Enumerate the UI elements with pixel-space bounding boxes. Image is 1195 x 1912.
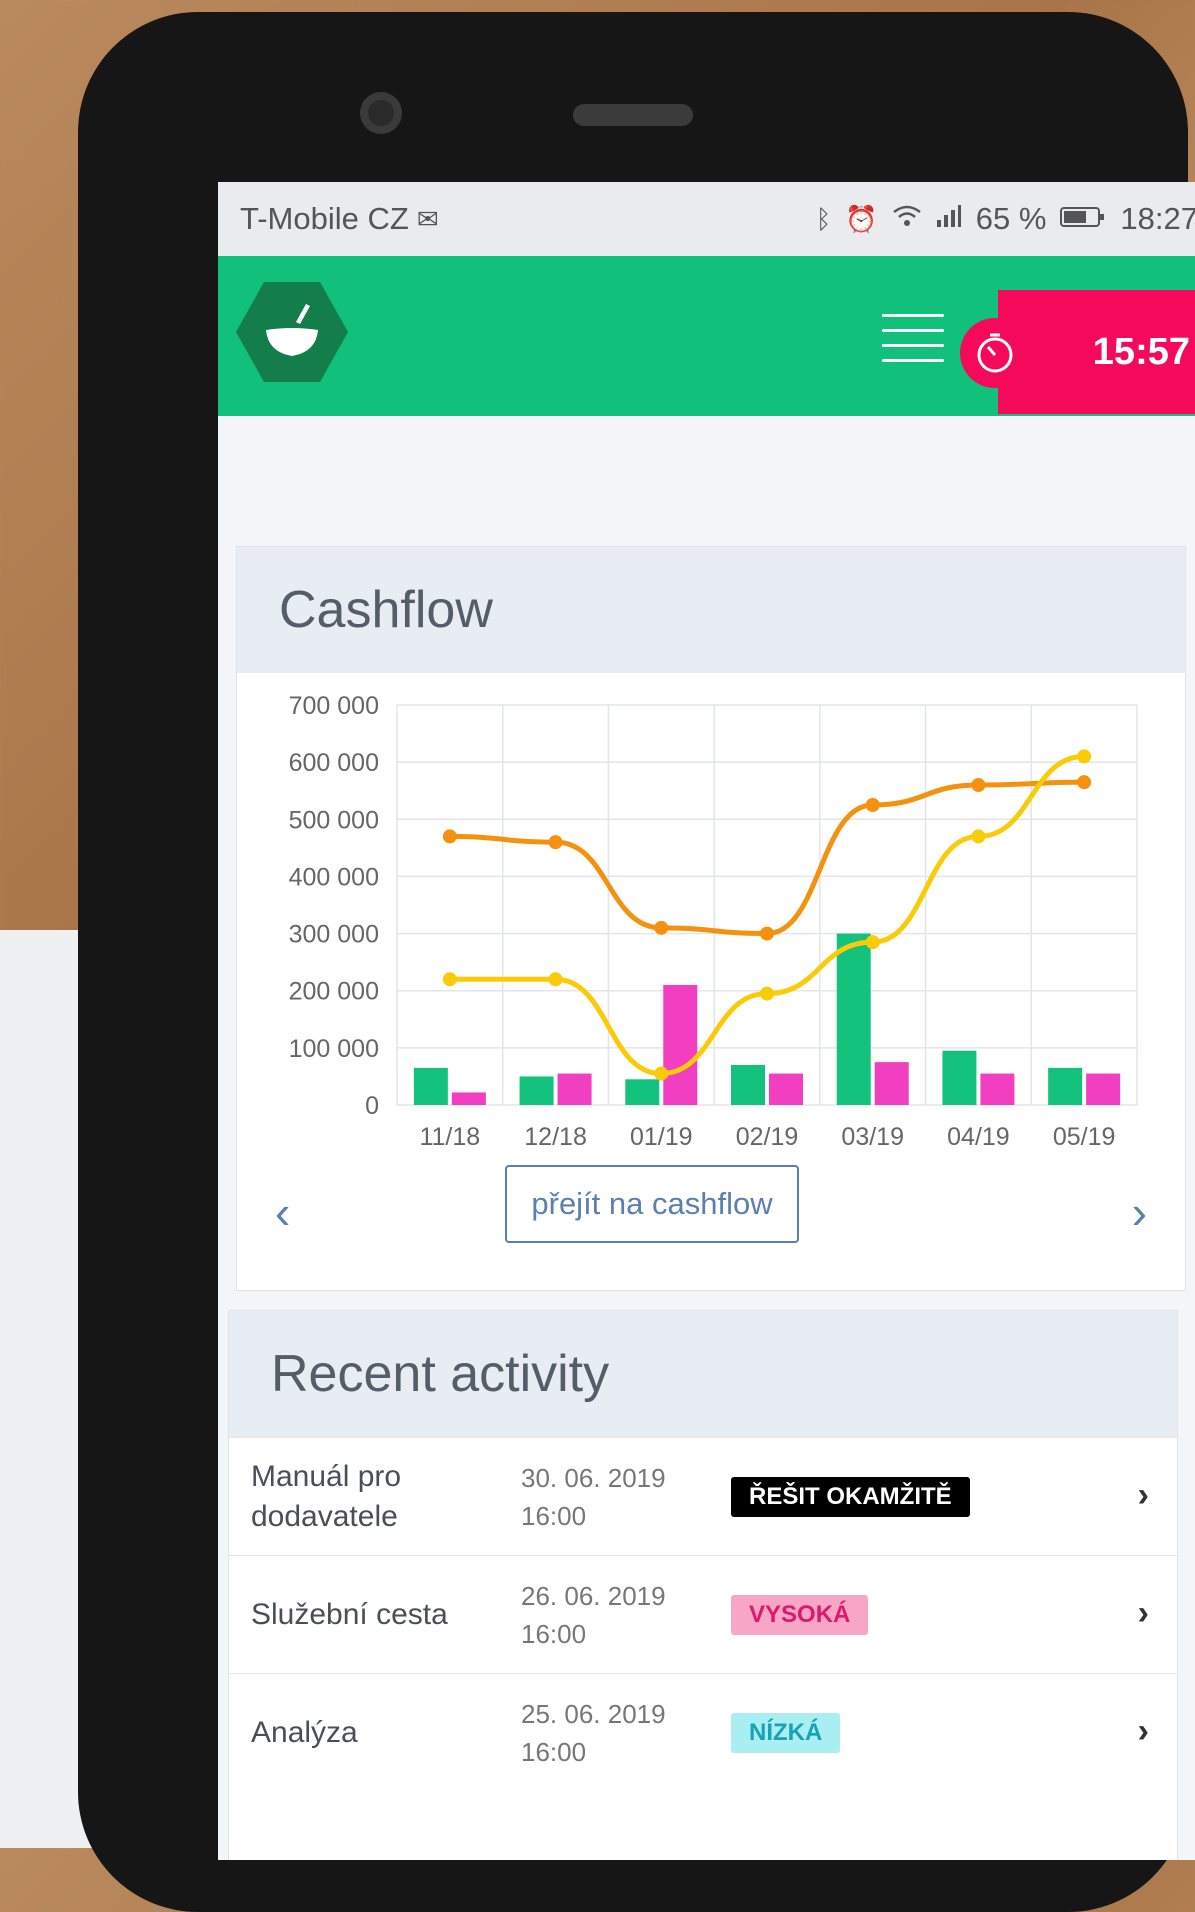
timer-panel[interactable]: 15:57 (960, 290, 1195, 414)
hamburger-menu-button[interactable] (882, 314, 944, 362)
chart-point (654, 1066, 669, 1081)
carrier-label: T-Mobile CZ (240, 201, 409, 236)
activity-datetime: 30. 06. 2019 16:00 (521, 1459, 731, 1535)
stopwatch-icon (960, 318, 1030, 388)
alarm-icon: ⏰ (845, 203, 878, 234)
chart-bar (451, 1092, 486, 1105)
cashflow-chart-svg: 700 000 600 000 500 000 400 000 300 000 200 0… (289, 692, 1138, 1151)
chart-bar (557, 1073, 592, 1105)
chart-point (760, 926, 774, 941)
chart-point (865, 935, 880, 950)
battery-icon (1060, 201, 1106, 237)
chart-point (760, 986, 774, 1001)
chart-bar (519, 1076, 554, 1105)
y-tick-label: 300 000 (289, 921, 379, 949)
chevron-right-icon[interactable]: › (1132, 1185, 1147, 1239)
activity-datetime: 26. 06. 2019 16:00 (521, 1577, 731, 1653)
chart-point (1077, 775, 1092, 790)
activity-date: 30. 06. 2019 (521, 1462, 666, 1493)
activity-datetime: 25. 06. 2019 16:00 (521, 1695, 731, 1771)
chart-bar (1048, 1067, 1083, 1105)
chart-bar (731, 1065, 765, 1105)
signal-icon (936, 204, 962, 235)
status-left: T-Mobile CZ ✉ (240, 201, 439, 237)
cashflow-card: Cashflow 700 000 600 000 500 000 400 000 300… (236, 546, 1186, 1291)
chart-point (442, 972, 457, 987)
y-tick-label: 100 000 (289, 1035, 379, 1063)
earpiece-speaker (573, 104, 693, 126)
chevron-left-icon[interactable]: ‹ (275, 1185, 290, 1239)
chart-bar (625, 1079, 660, 1105)
y-tick-label: 200 000 (289, 978, 379, 1006)
y-tick-label: 0 (365, 1092, 379, 1120)
chart-point (442, 829, 457, 844)
recent-activity-card: Recent activity Manuál pro dodavatele 30… (228, 1310, 1178, 1860)
chart-bar (413, 1067, 448, 1105)
chevron-right-icon[interactable]: › (1138, 1476, 1149, 1515)
front-camera (360, 92, 402, 134)
x-tick-label: 04/19 (947, 1123, 1010, 1151)
x-tick-label: 01/19 (630, 1123, 693, 1151)
bluetooth-icon: ᛒ (815, 203, 832, 234)
chart-series-line (449, 753, 1085, 1077)
chevron-right-icon[interactable]: › (1138, 1712, 1149, 1751)
wifi-icon (892, 204, 922, 235)
chart-bar (663, 985, 698, 1105)
status-bar: T-Mobile CZ ✉ ᛒ ⏰ 65 % 18:27 (218, 182, 1195, 256)
activity-row[interactable]: Analýza 25. 06. 2019 16:00 NÍZKÁ › (229, 1673, 1177, 1791)
clock-time: 18:27 (1120, 201, 1195, 236)
y-tick-label: 400 000 (289, 863, 379, 891)
chart-bar (1086, 1073, 1121, 1105)
priority-badge: NÍZKÁ (731, 1712, 841, 1753)
phone-screen: T-Mobile CZ ✉ ᛒ ⏰ 65 % 18:27 15:57 Cashf… (218, 182, 1195, 1860)
chart-point (971, 778, 986, 792)
go-to-cashflow-button[interactable]: přejít na cashflow (505, 1165, 799, 1243)
chart-point (971, 829, 986, 844)
chart-bar (836, 933, 871, 1105)
activity-time: 16:00 (521, 1736, 587, 1767)
activity-time: 16:00 (521, 1500, 587, 1531)
chart-bar (942, 1050, 977, 1105)
chart-point (654, 920, 669, 935)
activity-time: 16:00 (521, 1618, 587, 1649)
chart-point (1077, 749, 1092, 764)
chart-bar (874, 1062, 909, 1105)
chart-point (548, 835, 563, 850)
mail-icon: ✉ (416, 203, 439, 234)
x-tick-label: 11/18 (419, 1123, 480, 1151)
activity-date: 26. 06. 2019 (521, 1580, 666, 1611)
chart-point (865, 798, 880, 812)
x-tick-label: 03/19 (841, 1123, 904, 1151)
x-tick-label: 02/19 (736, 1123, 799, 1151)
x-tick-label: 05/19 (1053, 1123, 1116, 1151)
chart-series-line (449, 779, 1085, 937)
phone-body: T-Mobile CZ ✉ ᛒ ⏰ 65 % 18:27 15:57 Cashf… (78, 12, 1195, 1912)
cashflow-chart: 700 000 600 000 500 000 400 000 300 000 200 0… (237, 675, 1187, 1155)
priority-badge: VYSOKÁ (731, 1594, 869, 1635)
battery-percent: 65 % (975, 201, 1047, 236)
chart-bar (980, 1073, 1015, 1105)
chevron-right-icon[interactable]: › (1138, 1594, 1149, 1633)
y-tick-label: 500 000 (289, 806, 379, 834)
activity-row[interactable]: Služební cesta 26. 06. 2019 16:00 VYSOKÁ… (229, 1555, 1177, 1673)
chart-bar (769, 1073, 803, 1105)
activity-row[interactable]: Manuál pro dodavatele 30. 06. 2019 16:00… (229, 1437, 1177, 1555)
activity-title: Služební cesta (251, 1597, 448, 1631)
recent-activity-title: Recent activity (229, 1311, 1177, 1437)
activity-date: 25. 06. 2019 (521, 1698, 666, 1729)
app-logo[interactable] (236, 282, 348, 382)
status-right: ᛒ ⏰ 65 % 18:27 (816, 201, 1195, 237)
chart-point (548, 972, 563, 987)
y-tick-label: 700 000 (289, 692, 379, 720)
app-header: 15:57 (218, 256, 1195, 416)
x-tick-label: 12/18 (524, 1123, 587, 1151)
activity-title: Analýza (251, 1715, 358, 1749)
activity-title: Manuál pro dodavatele (251, 1459, 402, 1533)
priority-badge: ŘEŠIT OKAMŽITĚ (731, 1476, 970, 1517)
bowl-icon (266, 304, 318, 356)
cashflow-title: Cashflow (237, 547, 1185, 673)
y-tick-label: 600 000 (289, 749, 379, 777)
timer-value: 15:57 (1092, 330, 1190, 373)
